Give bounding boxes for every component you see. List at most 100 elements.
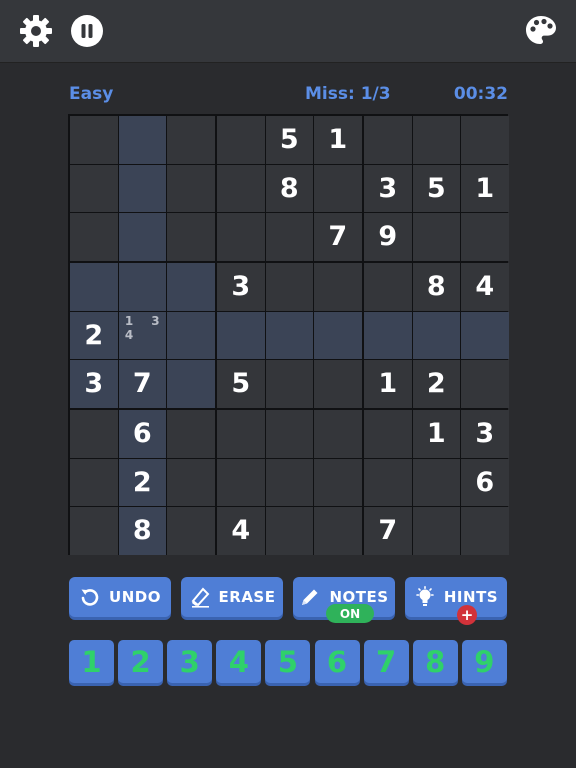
- board-cell-r7c8[interactable]: 1: [412, 410, 460, 458]
- board-cell-r9c7[interactable]: 7: [364, 507, 412, 555]
- board-cell-r5c7[interactable]: [364, 311, 412, 359]
- board-cell-r5c4[interactable]: [217, 311, 265, 359]
- board-cell-r9c1[interactable]: [70, 507, 118, 555]
- board-cell-r3c9[interactable]: [461, 213, 509, 261]
- board-cell-r5c8[interactable]: [412, 311, 460, 359]
- notes-button[interactable]: NOTES ON: [293, 577, 395, 623]
- numpad-key-3[interactable]: 3: [167, 640, 213, 683]
- board-cell-r9c9[interactable]: [461, 507, 509, 555]
- numpad-key-9[interactable]: 9: [461, 640, 507, 683]
- board-cell-r2c3[interactable]: [167, 164, 215, 212]
- board-cell-r7c4[interactable]: [217, 410, 265, 458]
- board-cell-r3c1[interactable]: [70, 213, 118, 261]
- board-cell-r3c7[interactable]: 9: [364, 213, 412, 261]
- board-cell-r1c6[interactable]: 1: [314, 116, 362, 164]
- board-cell-r6c8[interactable]: 2: [412, 360, 460, 408]
- board-cell-r3c3[interactable]: [167, 213, 215, 261]
- board-cell-r8c4[interactable]: [217, 458, 265, 506]
- board-cell-r7c7[interactable]: [364, 410, 412, 458]
- board-cell-r8c5[interactable]: [265, 458, 313, 506]
- board-cell-r2c1[interactable]: [70, 164, 118, 212]
- board-cell-r6c3[interactable]: [167, 360, 215, 408]
- board-cell-r2c4[interactable]: [217, 164, 265, 212]
- board-cell-r4c1[interactable]: [70, 263, 118, 311]
- board-cell-r8c9[interactable]: 6: [461, 458, 509, 506]
- board-cell-r8c1[interactable]: [70, 458, 118, 506]
- board-cell-r4c4[interactable]: 3: [217, 263, 265, 311]
- note-digit: [149, 343, 162, 358]
- board-cell-r2c7[interactable]: 3: [364, 164, 412, 212]
- board-cell-r8c7[interactable]: [364, 458, 412, 506]
- board-cell-r6c6[interactable]: [314, 360, 362, 408]
- hint-plus-badge: +: [457, 605, 477, 625]
- board-cell-r5c1[interactable]: 2: [70, 311, 118, 359]
- board-cell-r9c6[interactable]: [314, 507, 362, 555]
- board-cell-r5c9[interactable]: [461, 311, 509, 359]
- board-cell-r4c2[interactable]: [118, 263, 166, 311]
- board-cell-r5c6[interactable]: [314, 311, 362, 359]
- board-cell-r1c5[interactable]: 5: [265, 116, 313, 164]
- undo-button[interactable]: UNDO: [69, 577, 171, 617]
- palette-icon[interactable]: [523, 13, 559, 49]
- board-cell-r4c7[interactable]: [364, 263, 412, 311]
- board-cell-r6c9[interactable]: [461, 360, 509, 408]
- board-cell-r1c1[interactable]: [70, 116, 118, 164]
- numpad-key-5[interactable]: 5: [265, 640, 311, 683]
- board-cell-r4c6[interactable]: [314, 263, 362, 311]
- board-cell-r4c5[interactable]: [265, 263, 313, 311]
- board-cell-r3c6[interactable]: 7: [314, 213, 362, 261]
- board-cell-r7c2[interactable]: 6: [118, 410, 166, 458]
- board-cell-r1c7[interactable]: [364, 116, 412, 164]
- board-cell-r2c8[interactable]: 5: [412, 164, 460, 212]
- board-cell-r2c2[interactable]: [118, 164, 166, 212]
- numpad-key-2[interactable]: 2: [118, 640, 164, 683]
- board-cell-r4c8[interactable]: 8: [412, 263, 460, 311]
- board-cell-r9c8[interactable]: [412, 507, 460, 555]
- numpad-key-1[interactable]: 1: [69, 640, 114, 683]
- board-cell-r5c5[interactable]: [265, 311, 313, 359]
- board-cell-r3c8[interactable]: [412, 213, 460, 261]
- board-cell-r9c4[interactable]: 4: [217, 507, 265, 555]
- board-cell-r1c2[interactable]: [118, 116, 166, 164]
- difficulty-label: Easy: [69, 84, 114, 104]
- numpad-key-4[interactable]: 4: [216, 640, 262, 683]
- board-cell-r1c4[interactable]: [217, 116, 265, 164]
- board-cell-r9c5[interactable]: [265, 507, 313, 555]
- board-cell-r6c7[interactable]: 1: [364, 360, 412, 408]
- board-cell-r7c6[interactable]: [314, 410, 362, 458]
- board-cell-r6c5[interactable]: [265, 360, 313, 408]
- board-cell-r5c2[interactable]: 1 3 4: [118, 311, 166, 359]
- numpad-key-8[interactable]: 8: [412, 640, 458, 683]
- board-cell-r1c8[interactable]: [412, 116, 460, 164]
- board-cell-r2c5[interactable]: 8: [265, 164, 313, 212]
- board-cell-r8c8[interactable]: [412, 458, 460, 506]
- numpad-key-7[interactable]: 7: [363, 640, 409, 683]
- board-cell-r6c1[interactable]: 3: [70, 360, 118, 408]
- board-cell-r7c3[interactable]: [167, 410, 215, 458]
- board-cell-r7c1[interactable]: [70, 410, 118, 458]
- board-cell-r3c5[interactable]: [265, 213, 313, 261]
- board-cell-r5c3[interactable]: [167, 311, 215, 359]
- gear-icon[interactable]: [18, 13, 54, 49]
- board-cell-r9c3[interactable]: [167, 507, 215, 555]
- board-cell-r8c6[interactable]: [314, 458, 362, 506]
- board-cell-r2c9[interactable]: 1: [461, 164, 509, 212]
- board-cell-r8c3[interactable]: [167, 458, 215, 506]
- erase-button[interactable]: ERASE: [181, 577, 283, 617]
- board-cell-r4c3[interactable]: [167, 263, 215, 311]
- board-cell-r4c9[interactable]: 4: [461, 263, 509, 311]
- board-cell-r6c4[interactable]: 5: [217, 360, 265, 408]
- board-cell-r9c2[interactable]: 8: [118, 507, 166, 555]
- board-cell-r7c5[interactable]: [265, 410, 313, 458]
- numpad-key-6[interactable]: 6: [314, 640, 360, 683]
- board-cell-r2c6[interactable]: [314, 164, 362, 212]
- board-cell-r3c2[interactable]: [118, 213, 166, 261]
- pause-icon[interactable]: [69, 13, 105, 49]
- board-cell-r3c4[interactable]: [217, 213, 265, 261]
- hints-button[interactable]: HINTS +: [405, 577, 507, 625]
- board-cell-r8c2[interactable]: 2: [118, 458, 166, 506]
- board-cell-r6c2[interactable]: 7: [118, 360, 166, 408]
- board-cell-r1c3[interactable]: [167, 116, 215, 164]
- board-cell-r1c9[interactable]: [461, 116, 509, 164]
- board-cell-r7c9[interactable]: 3: [461, 410, 509, 458]
